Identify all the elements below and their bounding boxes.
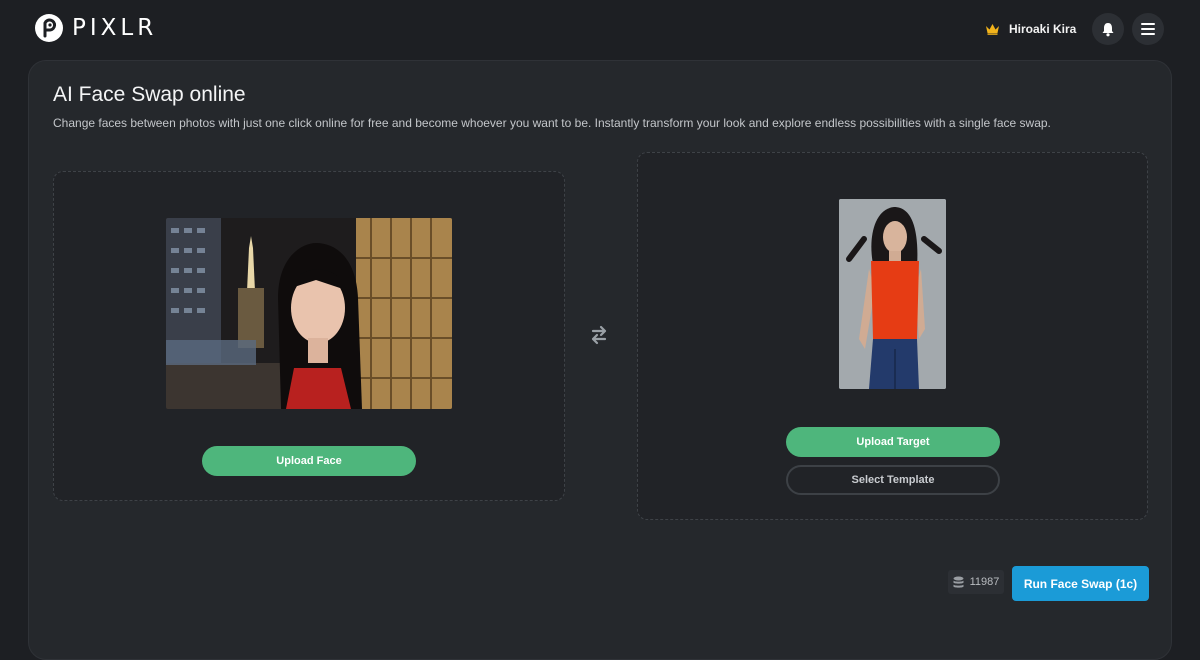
pixlr-logo-icon: [35, 14, 63, 42]
page-subtitle: Change faces between photos with just on…: [53, 116, 1051, 130]
run-face-swap-button[interactable]: Run Face Swap (1c): [1012, 566, 1149, 601]
target-upload-panel[interactable]: Upload Target Select Template: [637, 152, 1148, 520]
hamburger-menu-icon: [1141, 23, 1155, 35]
face-photo-image: [166, 218, 452, 409]
credits-count: 11987: [969, 576, 1000, 588]
menu-button[interactable]: [1132, 13, 1164, 45]
face-photo: [166, 218, 452, 409]
select-template-button[interactable]: Select Template: [786, 465, 1000, 495]
face-upload-panel[interactable]: Upload Face: [53, 171, 565, 501]
target-photo-image: [839, 199, 946, 389]
upload-target-button[interactable]: Upload Target: [786, 427, 1000, 457]
notifications-button[interactable]: [1092, 13, 1124, 45]
upload-face-button[interactable]: Upload Face: [202, 446, 416, 476]
pixlr-logo[interactable]: PIXLR: [35, 13, 157, 43]
logo-text: PIXLR: [72, 15, 158, 41]
user-account[interactable]: Hiroaki Kira: [985, 19, 1076, 39]
crown-icon: [986, 24, 999, 35]
credits-badge: 11987: [948, 570, 1004, 594]
face-swap-card: AI Face Swap online Change faces between…: [28, 60, 1172, 660]
target-photo: [839, 199, 946, 389]
swap-arrows-icon[interactable]: [587, 323, 611, 347]
coins-icon: [953, 576, 964, 588]
user-name: Hiroaki Kira: [1009, 22, 1077, 36]
bell-icon: [1102, 22, 1114, 36]
top-bar: PIXLR Hiroaki Kira: [0, 0, 1200, 58]
page-title: AI Face Swap online: [53, 83, 246, 106]
